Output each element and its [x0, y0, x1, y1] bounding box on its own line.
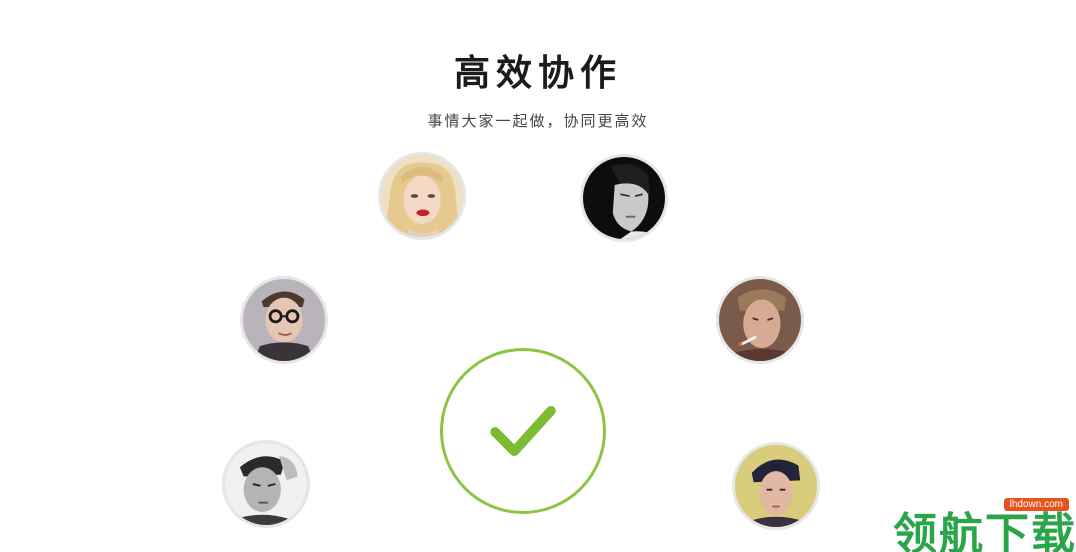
avatar: [732, 442, 820, 530]
avatar: [378, 152, 466, 240]
check-icon: [490, 405, 556, 457]
avatar-man-monochrome-image: [583, 157, 665, 239]
avatar: [580, 154, 668, 242]
avatar-man-smoking-image: [719, 279, 801, 361]
avatar-man-glasses-image: [243, 279, 325, 361]
avatar: [240, 276, 328, 364]
success-ring: [440, 348, 606, 514]
watermark-badge: lhdown.com: [1003, 498, 1069, 511]
avatar-woman-blonde-image: [381, 155, 463, 237]
avatar-young-man-image: [735, 445, 817, 527]
watermark-logo: 领航下载 lhdown.com: [893, 496, 1075, 552]
section-title: 高效协作: [453, 53, 622, 94]
avatar: [222, 440, 310, 528]
avatar-man-hand-hair-image: [225, 443, 307, 525]
avatar: [716, 276, 804, 364]
section-subtitle: 事情大家一起做，协同更高效: [427, 112, 649, 130]
collaboration-section: 高效协作 事情大家一起做，协同更高效 领航下载 lhdown.com: [0, 0, 1076, 552]
